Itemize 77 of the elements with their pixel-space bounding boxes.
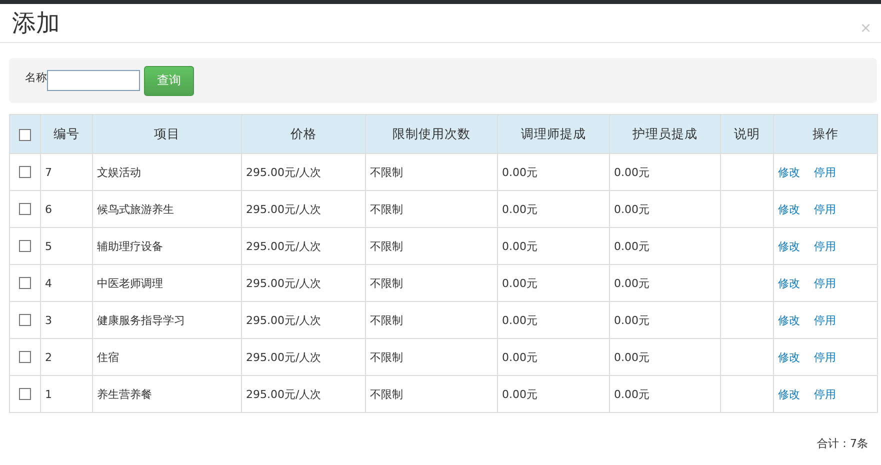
total-count: 合计：7条: [817, 436, 868, 451]
table-cell: 不限制: [366, 302, 498, 338]
action-link[interactable]: 停用: [814, 276, 836, 290]
table-cell: 1: [40, 376, 92, 412]
column-header: 调理师提成: [498, 114, 610, 154]
row-checkbox[interactable]: [19, 203, 31, 216]
table-cell: 0.00元: [498, 376, 610, 412]
table-cell: 7: [40, 154, 92, 190]
table-cell: 不限制: [366, 190, 498, 228]
row-checkbox[interactable]: [19, 277, 31, 290]
table-cell: 0.00元: [498, 338, 610, 376]
table-cell: 295.00元/人次: [242, 338, 366, 376]
table-cell: 3: [40, 302, 92, 338]
column-header: 限制使用次数: [366, 114, 498, 154]
table-cell: 不限制: [366, 376, 498, 412]
table-cell: 文娱活动: [92, 154, 242, 190]
table-cell: 295.00元/人次: [242, 154, 366, 190]
column-header: 价格: [242, 114, 366, 154]
table-cell: 不限制: [366, 154, 498, 190]
table-cell: 0.00元: [498, 302, 610, 338]
table-cell: 不限制: [366, 338, 498, 376]
table-cell: 0.00元: [610, 154, 720, 190]
row-checkbox[interactable]: [19, 388, 31, 400]
table-cell: 0.00元: [610, 228, 720, 264]
name-field[interactable]: [47, 70, 140, 91]
table-cell: 295.00元/人次: [242, 228, 366, 264]
column-header: 操作: [774, 114, 878, 154]
dialog-title: 添加: [12, 8, 60, 39]
row-checkbox[interactable]: [19, 166, 31, 178]
action-link[interactable]: 修改: [778, 350, 800, 364]
table-cell: 不限制: [366, 264, 498, 302]
action-link[interactable]: 停用: [814, 314, 836, 326]
table-cell: 中医老师调理: [92, 264, 242, 302]
row-checkbox[interactable]: [19, 351, 31, 364]
table-cell: 0.00元: [498, 228, 610, 264]
table-cell: 295.00元/人次: [242, 190, 366, 228]
row-checkbox[interactable]: [19, 240, 31, 252]
action-link[interactable]: 修改: [778, 240, 800, 252]
table-cell: 辅助理疗设备: [92, 228, 242, 264]
table-cell: 4: [40, 264, 92, 302]
column-header: 编号: [40, 114, 92, 154]
action-link[interactable]: 停用: [814, 240, 836, 252]
table-cell: 0.00元: [498, 264, 610, 302]
table-cell: 0.00元: [498, 190, 610, 228]
column-header: 说明: [720, 114, 774, 154]
table-cell: 6: [40, 190, 92, 228]
action-link[interactable]: 修改: [778, 276, 800, 290]
column-header: 护理员提成: [610, 114, 720, 154]
action-link[interactable]: 修改: [778, 388, 800, 400]
table-cell: 不限制: [366, 228, 498, 264]
table-cell: 健康服务指导学习: [92, 302, 242, 338]
action-link[interactable]: 修改: [778, 314, 800, 326]
table-cell: 住宿: [92, 338, 242, 376]
table-cell: 5: [40, 228, 92, 264]
table-cell: 0.00元: [610, 264, 720, 302]
table-cell: 候鸟式旅游养生: [92, 190, 242, 228]
table-cell: 0.00元: [610, 338, 720, 376]
table-cell: 0.00元: [610, 302, 720, 338]
action-link[interactable]: 停用: [814, 202, 836, 216]
table-cell: 0.00元: [498, 154, 610, 190]
action-link[interactable]: 停用: [814, 350, 836, 364]
table-cell: 0.00元: [610, 190, 720, 228]
select-all-checkbox[interactable]: [19, 129, 31, 142]
table-cell: 2: [40, 338, 92, 376]
query-button[interactable]: 查询: [144, 66, 194, 96]
table-cell: 295.00元/人次: [242, 302, 366, 338]
table-cell: 养生营养餐: [92, 376, 242, 412]
action-link[interactable]: 停用: [814, 388, 836, 400]
action-link[interactable]: 停用: [814, 166, 836, 178]
column-header: 项目: [92, 114, 242, 154]
name-label: 名称: [25, 70, 47, 85]
table-cell: 295.00元/人次: [242, 264, 366, 302]
table-cell: 0.00元: [610, 376, 720, 412]
row-checkbox[interactable]: [19, 314, 31, 326]
action-link[interactable]: 修改: [778, 166, 800, 178]
table-cell: 295.00元/人次: [242, 376, 366, 412]
action-link[interactable]: 修改: [778, 202, 800, 216]
